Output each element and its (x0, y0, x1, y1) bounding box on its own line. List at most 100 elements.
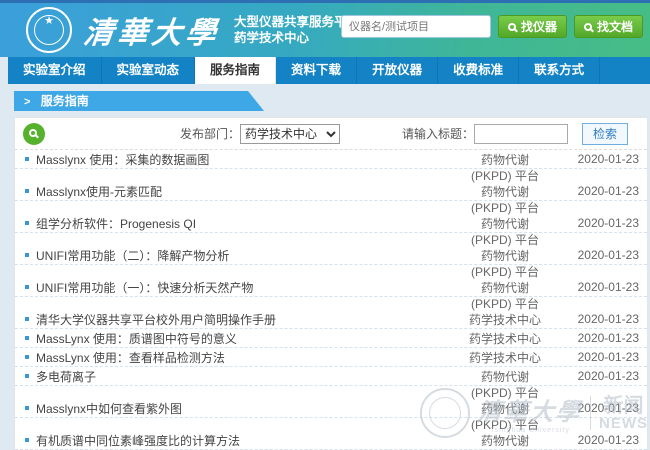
bullet-icon (25, 221, 29, 225)
site-header: ★ 清華大學 大型仪器共享服务平台 药学技术中心 找仪器 找文档 (0, 3, 650, 57)
department-select[interactable]: 药学技术中心 (240, 124, 340, 144)
breadcrumb-row: > 服务指南 (14, 91, 650, 111)
article-entry: 清华大学仪器共享平台校外用户简明操作手册药学技术中心2020-01-23 (15, 310, 647, 329)
article-date: 2020-01-23 (561, 433, 639, 447)
bullet-icon (25, 157, 29, 161)
article-date: 2020-01-23 (561, 248, 639, 262)
chevron-right-icon: > (24, 96, 30, 108)
article-department: 药物代谢 (449, 215, 561, 232)
article-department: 药物代谢 (449, 247, 561, 264)
article-title-link[interactable]: Masslynx中如何查看紫外图 (36, 400, 449, 417)
article-title-link[interactable]: 组学分析软件：Progenesis QI (36, 215, 449, 232)
bullet-icon (25, 285, 29, 289)
university-name: 清華大學 (82, 8, 223, 52)
article-department-line2-row: (PKPD) 平台 (15, 297, 647, 310)
content-panel: 发布部门： 药学技术中心 请输入标题： 检索 Masslynx 使用：采集的数据… (14, 117, 648, 450)
article-department: 药学技术中心 (449, 349, 561, 366)
article-title-link[interactable]: 清华大学仪器共享平台校外用户简明操作手册 (36, 311, 449, 328)
article-department-line2: (PKPD) 平台 (449, 231, 561, 248)
article-title-link[interactable]: 有机质谱中同位素峰强度比的计算方法 (36, 432, 449, 449)
bullet-icon (25, 317, 29, 321)
article-title-link[interactable]: 多电荷离子 (36, 368, 449, 385)
tab-收费标准[interactable]: 收费标准 (438, 57, 519, 84)
find-document-button[interactable]: 找文档 (574, 15, 643, 38)
breadcrumb: > 服务指南 (14, 91, 264, 111)
article-department: 药物代谢 (449, 368, 561, 385)
tab-实验室动态[interactable]: 实验室动态 (102, 57, 196, 84)
article-department: 药物代谢 (449, 279, 561, 296)
article-department-line2: (PKPD) 平台 (449, 384, 561, 401)
article-title-link[interactable]: UNIFI常用功能（二）：降解产物分析 (36, 247, 449, 264)
article-entry: 有机质谱中同位素峰强度比的计算方法药物代谢2020-01-23(PKPD) 平台 (15, 431, 647, 450)
tab-开放仪器[interactable]: 开放仪器 (357, 57, 438, 84)
article-department: 药学技术中心 (449, 330, 561, 347)
tab-资料下载[interactable]: 资料下载 (276, 57, 357, 84)
article-department-line2: (PKPD) 平台 (449, 199, 561, 216)
article-department-line2-row: (PKPD) 平台 (15, 386, 647, 399)
filter-bar: 发布部门： 药学技术中心 请输入标题： 检索 (15, 118, 647, 150)
bullet-icon (25, 406, 29, 410)
article-date: 2020-01-23 (561, 216, 639, 230)
article-department: 药物代谢 (449, 432, 561, 449)
article-department: 药物代谢 (449, 183, 561, 200)
article-row: 清华大学仪器共享平台校外用户简明操作手册药学技术中心2020-01-23 (15, 310, 647, 329)
bullet-icon (25, 355, 29, 359)
article-date: 2020-01-23 (561, 331, 639, 345)
article-date: 2020-01-23 (561, 350, 639, 364)
tab-联系方式[interactable]: 联系方式 (519, 57, 600, 84)
header-search-area: 找仪器 找文档 (341, 15, 643, 38)
article-row: MassLynx 使用：质谱图中符号的意义药学技术中心2020-01-23 (15, 329, 647, 348)
tsinghua-seal-logo: ★ (26, 7, 72, 53)
bullet-icon (25, 336, 29, 340)
title-search-label: 请输入标题： (402, 125, 474, 142)
article-department-line2: (PKPD) 平台 (449, 416, 561, 433)
article-entry: UNIFI常用功能（一）：快速分析天然产物药物代谢2020-01-23(PKPD… (15, 278, 647, 310)
search-icon (584, 23, 592, 31)
bullet-icon (25, 374, 29, 378)
article-date: 2020-01-23 (561, 184, 639, 198)
page: ★ 清華大學 大型仪器共享服务平台 药学技术中心 找仪器 找文档 实验室介绍实验… (0, 0, 650, 450)
search-icon (508, 23, 516, 31)
bullet-icon (25, 253, 29, 257)
article-date: 2020-01-23 (561, 152, 639, 166)
article-date: 2020-01-23 (561, 401, 639, 415)
article-department-line2: (PKPD) 平台 (449, 295, 561, 312)
search-icon (29, 129, 37, 137)
article-entry: Masslynx 使用：采集的数据画图药物代谢2020-01-23(PKPD) … (15, 150, 647, 182)
title-search-input[interactable] (474, 124, 568, 144)
article-department-line2: (PKPD) 平台 (449, 263, 561, 280)
article-entry: MassLynx 使用：查看样品检测方法药学技术中心2020-01-23 (15, 348, 647, 367)
article-department-line2-row: (PKPD) 平台 (15, 265, 647, 278)
instrument-search-input[interactable] (341, 15, 491, 38)
bullet-icon (25, 438, 29, 442)
article-list: Masslynx 使用：采集的数据画图药物代谢2020-01-23(PKPD) … (15, 150, 647, 450)
article-entry: 多电荷离子药物代谢2020-01-23(PKPD) 平台 (15, 367, 647, 399)
article-title-link[interactable]: MassLynx 使用：查看样品检测方法 (36, 349, 449, 366)
article-date: 2020-01-23 (561, 369, 639, 383)
article-title-link[interactable]: UNIFI常用功能（一）：快速分析天然产物 (36, 279, 449, 296)
article-department-line2-row: (PKPD) 平台 (15, 418, 647, 431)
tab-服务指南[interactable]: 服务指南 (195, 57, 276, 84)
article-entry: Masslynx中如何查看紫外图药物代谢2020-01-23(PKPD) 平台 (15, 399, 647, 431)
article-entry: UNIFI常用功能（二）：降解产物分析药物代谢2020-01-23(PKPD) … (15, 246, 647, 278)
bullet-icon (25, 189, 29, 193)
article-entry: 组学分析软件：Progenesis QI药物代谢2020-01-23(PKPD)… (15, 214, 647, 246)
filter-search-icon-button[interactable] (23, 123, 45, 145)
article-department-line2: (PKPD) 平台 (449, 167, 561, 184)
article-title-link[interactable]: MassLynx 使用：质谱图中符号的意义 (36, 330, 449, 347)
article-department: 药物代谢 (449, 151, 561, 168)
article-department: 药物代谢 (449, 400, 561, 417)
article-title-link[interactable]: Masslynx使用-元素匹配 (36, 183, 449, 200)
article-date: 2020-01-23 (561, 280, 639, 294)
find-instrument-button[interactable]: 找仪器 (498, 15, 567, 38)
article-department-line2-row: (PKPD) 平台 (15, 169, 647, 182)
retrieve-button[interactable]: 检索 (582, 123, 628, 145)
tab-实验室介绍[interactable]: 实验室介绍 (8, 57, 102, 84)
article-title-link[interactable]: Masslynx 使用：采集的数据画图 (36, 151, 449, 168)
article-department-line2-row: (PKPD) 平台 (15, 201, 647, 214)
article-entry: MassLynx 使用：质谱图中符号的意义药学技术中心2020-01-23 (15, 329, 647, 348)
article-department-line2-row: (PKPD) 平台 (15, 233, 647, 246)
main-nav: 实验室介绍实验室动态服务指南资料下载开放仪器收费标准联系方式 (8, 57, 650, 84)
department-label: 发布部门： (180, 125, 240, 142)
article-row: MassLynx 使用：查看样品检测方法药学技术中心2020-01-23 (15, 348, 647, 367)
